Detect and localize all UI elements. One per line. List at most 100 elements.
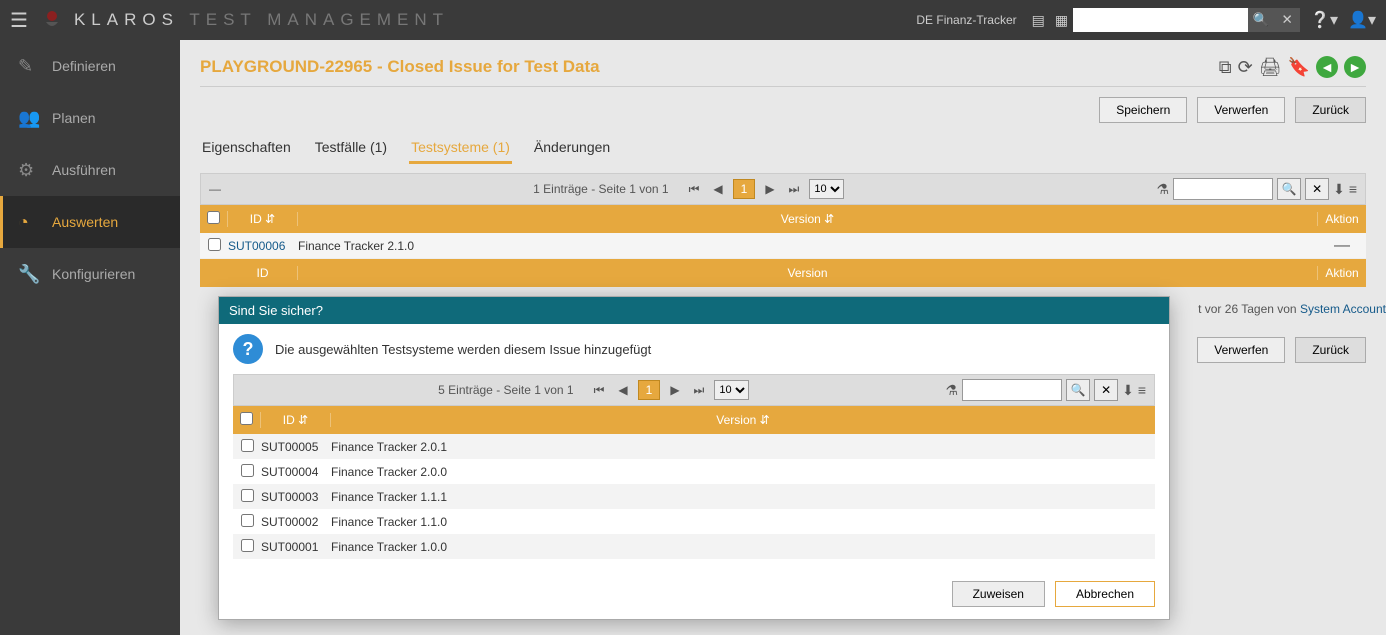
table-toolbar: — 1 Einträge - Seite 1 von 1 ⏮ ◀ 1 ▶ ⏭ 1…: [200, 173, 1366, 205]
dialog-table-row: SUT00004 Finance Tracker 2.0.0: [233, 459, 1155, 484]
tf-id: ID: [228, 266, 298, 280]
dlg-th-id[interactable]: ID ⇵: [261, 413, 331, 427]
prev-nav-button[interactable]: ◄: [1316, 56, 1338, 78]
dlg-search-button[interactable]: 🔍: [1066, 379, 1090, 401]
bookmark-icon[interactable]: 🔖: [1288, 57, 1310, 78]
edit-icon: ✎: [18, 56, 40, 77]
users-icon: 👥: [18, 108, 40, 129]
dialog-table-toolbar: 5 Einträge - Seite 1 von 1 ⏮ ◀ 1 ▶ ⏭ 10 …: [233, 374, 1155, 406]
user-menu-icon[interactable]: 👤▾: [1348, 10, 1376, 30]
dlg-row-checkbox[interactable]: [241, 514, 254, 527]
help-icon[interactable]: ❔▾: [1310, 10, 1338, 30]
project-list-icon[interactable]: ▤: [1032, 12, 1045, 29]
page-prev-icon[interactable]: ◀: [709, 182, 726, 196]
table-footer: ID Version Aktion: [200, 259, 1366, 287]
tf-aktion: Aktion: [1318, 266, 1366, 280]
table-search-button[interactable]: 🔍: [1277, 178, 1301, 200]
pagination-info: 1 Einträge - Seite 1 von 1: [533, 182, 668, 196]
row-id-link[interactable]: SUT00006: [228, 239, 298, 253]
wrench-icon: 🔧: [18, 264, 40, 285]
cancel-button[interactable]: Abbrechen: [1055, 581, 1155, 607]
dialog-table-header: ID ⇵ Version ⇵: [233, 406, 1155, 434]
row-version: Finance Tracker 2.1.0: [298, 239, 1318, 253]
dlg-row-checkbox[interactable]: [241, 489, 254, 502]
dlg-export-icon[interactable]: ⬇: [1122, 382, 1134, 399]
tab-testsysteme[interactable]: Testsysteme (1): [409, 133, 512, 164]
search-input[interactable]: [1073, 8, 1248, 32]
dlg-th-version[interactable]: Version ⇵: [331, 413, 1155, 427]
chart-icon: ◔: [18, 212, 40, 233]
th-aktion: Aktion: [1318, 212, 1366, 226]
page-next-icon[interactable]: ▶: [761, 182, 778, 196]
page-title: PLAYGROUND-22965 - Closed Issue for Test…: [200, 57, 600, 77]
app-name: KLAROS TEST MANAGEMENT: [74, 10, 449, 30]
meta-info: t vor 26 Tagen von System Account: [1198, 302, 1386, 316]
dlg-row-version: Finance Tracker 1.0.0: [331, 540, 1155, 554]
dlg-pagination-info: 5 Einträge - Seite 1 von 1: [438, 383, 573, 397]
dialog-table-row: SUT00005 Finance Tracker 2.0.1: [233, 434, 1155, 459]
tab-aenderungen[interactable]: Änderungen: [532, 133, 612, 164]
table-clear-button[interactable]: ✕: [1305, 178, 1329, 200]
select-all-checkbox[interactable]: [207, 211, 220, 224]
dlg-row-id: SUT00004: [261, 465, 331, 479]
tab-eigenschaften[interactable]: Eigenschaften: [200, 133, 293, 164]
dlg-filter-icon[interactable]: ⚗: [946, 382, 959, 399]
back-button-2[interactable]: Zurück: [1295, 337, 1366, 363]
page-first-icon[interactable]: ⏮: [685, 182, 704, 197]
table-filter-input[interactable]: [1173, 178, 1273, 200]
sidebar-item-ausfuehren[interactable]: ⚙Ausführen: [0, 144, 180, 196]
hamburger-icon[interactable]: ☰: [10, 8, 28, 33]
dlg-row-version: Finance Tracker 2.0.0: [331, 465, 1155, 479]
discard-button-2[interactable]: Verwerfen: [1197, 337, 1285, 363]
dlg-page-size-select[interactable]: 10: [714, 380, 749, 400]
dlg-row-checkbox[interactable]: [241, 539, 254, 552]
project-switch-icon[interactable]: ▦: [1055, 12, 1068, 29]
dlg-page-first-icon[interactable]: ⏮: [590, 383, 609, 398]
page-last-icon[interactable]: ⏭: [785, 182, 804, 197]
dlg-clear-button[interactable]: ✕: [1094, 379, 1118, 401]
dlg-page-prev-icon[interactable]: ◀: [614, 383, 631, 397]
action-row-top: Speichern Verwerfen Zurück: [200, 97, 1366, 123]
filter-icon[interactable]: ⚗: [1157, 181, 1170, 198]
tf-version: Version: [298, 266, 1318, 280]
dlg-page-last-icon[interactable]: ⏭: [690, 383, 709, 398]
row-checkbox[interactable]: [208, 238, 221, 251]
dlg-filter-input[interactable]: [962, 379, 1062, 401]
dlg-row-id: SUT00003: [261, 490, 331, 504]
th-id[interactable]: ID ⇵: [228, 212, 298, 226]
discard-button[interactable]: Verwerfen: [1197, 97, 1285, 123]
dialog-message-row: ? Die ausgewählten Testsysteme werden di…: [233, 334, 1155, 364]
dialog-message: Die ausgewählten Testsysteme werden dies…: [275, 342, 651, 357]
dialog-footer: Zuweisen Abbrechen: [219, 569, 1169, 619]
collapse-icon[interactable]: —: [209, 182, 221, 196]
refresh-icon[interactable]: ⟳: [1238, 57, 1253, 78]
page-size-select[interactable]: 10: [809, 179, 844, 199]
external-link-icon[interactable]: ⧉: [1219, 57, 1232, 78]
search-button[interactable]: 🔍: [1248, 8, 1274, 32]
menu-icon[interactable]: ≡: [1349, 181, 1357, 197]
tab-testfaelle[interactable]: Testfälle (1): [313, 133, 389, 164]
dlg-select-all-checkbox[interactable]: [240, 412, 253, 425]
dlg-row-checkbox[interactable]: [241, 464, 254, 477]
th-version[interactable]: Version ⇵: [298, 212, 1318, 226]
question-icon: ?: [233, 334, 263, 364]
sidebar-item-auswerten[interactable]: ◔Auswerten: [0, 196, 180, 248]
dlg-menu-icon[interactable]: ≡: [1138, 382, 1146, 398]
dlg-page-next-icon[interactable]: ▶: [666, 383, 683, 397]
export-icon[interactable]: ⬇: [1333, 181, 1345, 198]
search-clear-button[interactable]: ✕: [1274, 8, 1300, 32]
back-button[interactable]: Zurück: [1295, 97, 1366, 123]
dlg-row-version: Finance Tracker 1.1.0: [331, 515, 1155, 529]
dlg-row-checkbox[interactable]: [241, 439, 254, 452]
sidebar-item-definieren[interactable]: ✎Definieren: [0, 40, 180, 92]
assign-button[interactable]: Zuweisen: [952, 581, 1045, 607]
row-remove-icon[interactable]: —: [1318, 237, 1366, 255]
sidebar-item-planen[interactable]: 👥Planen: [0, 92, 180, 144]
table-row: SUT00006 Finance Tracker 2.1.0 —: [200, 233, 1366, 259]
print-icon[interactable]: 🖨: [1259, 57, 1282, 78]
topbar: ☰ KLAROS TEST MANAGEMENT DE Finanz-Track…: [0, 0, 1386, 40]
save-button[interactable]: Speichern: [1099, 97, 1187, 123]
sidebar-item-konfigurieren[interactable]: 🔧Konfigurieren: [0, 248, 180, 300]
next-nav-button[interactable]: ►: [1344, 56, 1366, 78]
meta-user-link[interactable]: System Account: [1300, 302, 1386, 316]
